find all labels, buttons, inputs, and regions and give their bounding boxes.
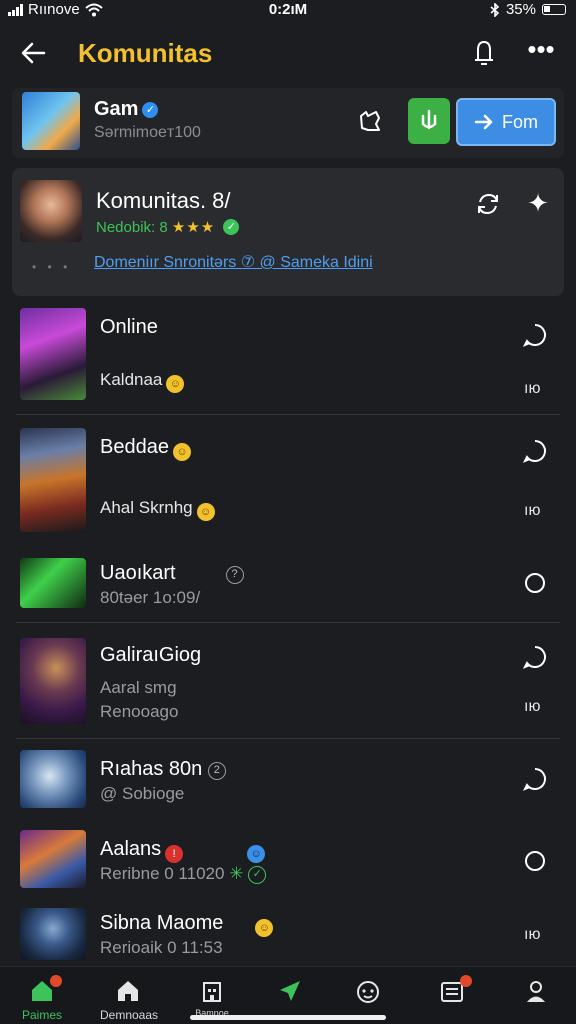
item-title: Beddae ☺	[100, 436, 191, 461]
list-item[interactable]: Uaoıkart? 80təer 1o:09/	[0, 558, 576, 623]
battery-icon	[542, 4, 566, 15]
list-item[interactable]: Online Kaldnaa ☺ ıю	[0, 308, 576, 415]
comment-icon[interactable]	[522, 766, 548, 792]
comment-count: ıю	[524, 926, 541, 943]
item-subtitle: Ahal Skrnhg ☺	[100, 498, 215, 521]
comment-count: ıю	[524, 502, 541, 519]
back-arrow-icon[interactable]	[18, 38, 48, 68]
ellipsis-indicator: • • •	[32, 260, 72, 274]
item-subtitle: Rerioaik 0 11:53	[100, 938, 223, 957]
home-indicator	[190, 1015, 386, 1020]
profile-icon	[527, 981, 545, 1002]
nav-inbox[interactable]	[424, 975, 480, 1021]
sparkle-icon[interactable]: ✦	[524, 188, 552, 218]
comment-icon[interactable]	[522, 322, 548, 348]
list-item[interactable]: Rıahas 80n 2 @ Sobioge	[0, 750, 576, 812]
list-item[interactable]: GaliraıGiog Aaral smg Renooago ıю	[0, 636, 576, 740]
emoji-icon: ☺	[196, 503, 215, 521]
divider	[16, 414, 560, 415]
comment-icon[interactable]	[522, 570, 548, 596]
send-icon	[280, 981, 300, 1001]
status-right: 35%	[490, 1, 566, 18]
building-icon	[203, 982, 221, 1002]
rating-badge-icon: ✓	[223, 219, 240, 235]
emoji-icon: ☺	[166, 375, 185, 393]
alert-icon: !	[165, 845, 184, 863]
notification-badge	[460, 975, 472, 987]
comment-count: ıю	[524, 698, 541, 715]
game-card[interactable]: Gam ✓ Sərmimoeт100 Fom	[12, 88, 564, 158]
arrow-right-icon	[474, 114, 493, 130]
item-subtitle: Aaral smg	[100, 678, 177, 697]
status-icon: ✓	[248, 866, 267, 884]
item-title: Rıahas 80n 2	[100, 758, 226, 781]
game-name: Gam ✓	[94, 98, 159, 121]
item-title: Online	[100, 316, 158, 338]
community-rating: Nedobik: 8 ★★★ ✓	[96, 218, 240, 236]
nav-label: Paimes	[21, 1008, 62, 1022]
comment-icon[interactable]	[522, 848, 548, 874]
comment-icon[interactable]	[522, 644, 548, 670]
item-title: GaliraıGiog	[100, 644, 202, 666]
share-icon[interactable]	[356, 108, 384, 136]
item-thumbnail	[20, 558, 86, 608]
help-icon: ?	[225, 566, 244, 584]
community-name: Komunitas. 8/	[96, 188, 231, 213]
nav-discover[interactable]: Demnoaas	[100, 977, 159, 1022]
emoji-icon: ☺	[255, 919, 274, 937]
list-item[interactable]: Sibna Maome ☺ Rerioaik 0 11:53 ıю	[0, 906, 576, 964]
community-avatar	[20, 180, 82, 242]
divider	[16, 738, 560, 739]
list-item[interactable]: Beddae ☺ Ahal Skrnhg ☺ ıю	[0, 426, 576, 542]
item-title: Sibna Maome ☺	[100, 912, 274, 937]
item-thumbnail	[20, 908, 86, 960]
app-header: Komunitas •••	[0, 24, 576, 84]
community-links[interactable]: Domeniır Snronitərs ⑦ @ Sameka Idini	[94, 252, 373, 272]
item-thumbnail	[20, 308, 86, 400]
item-title: Aalans! ☺	[100, 838, 266, 863]
info-icon: 2	[207, 762, 226, 780]
battery-percent: 35%	[505, 1, 536, 18]
item-thumbnail	[20, 830, 86, 888]
follow-button[interactable]: Fom	[456, 98, 556, 146]
emoji-icon: ☺	[247, 845, 266, 863]
controller-icon	[357, 981, 379, 1003]
follow-label: Fom	[502, 111, 538, 132]
notification-badge	[50, 975, 62, 987]
status-bar: Rıınove 0:2ıM 35%	[0, 0, 576, 22]
more-options-icon[interactable]: •••	[526, 36, 556, 68]
comment-count: ıю	[524, 380, 541, 397]
item-subtitle-2: Renooago	[100, 702, 179, 721]
item-thumbnail	[20, 428, 86, 532]
verified-icon: ✓	[142, 102, 159, 118]
nav-label: Demnoaas	[100, 1008, 159, 1022]
sync-icon[interactable]	[474, 190, 502, 218]
item-subtitle: Reribne 0 11020 ✳ ✓	[100, 864, 267, 884]
community-card[interactable]: Komunitas. 8/ Nedobik: 8 ★★★ ✓ • • • Dom…	[12, 168, 564, 296]
nav-home[interactable]: Paimes	[14, 975, 70, 1022]
emoji-icon: ☺	[172, 443, 191, 461]
item-thumbnail	[20, 638, 86, 724]
divider	[16, 622, 560, 623]
bluetooth-icon	[490, 2, 500, 17]
list-item[interactable]: Aalans! ☺ Reribne 0 11020 ✳ ✓	[0, 830, 576, 892]
game-thumbnail	[22, 92, 80, 150]
item-title: Uaoıkart?	[100, 562, 244, 585]
nav-profile[interactable]	[508, 977, 564, 1021]
bell-icon[interactable]	[470, 38, 498, 68]
game-action-button[interactable]	[408, 98, 450, 144]
page-title: Komunitas	[78, 38, 213, 68]
rating-stars: ★★★	[171, 219, 216, 236]
thumbs-icon	[421, 109, 437, 130]
item-subtitle: Kaldnaa ☺	[100, 370, 185, 393]
item-thumbnail	[20, 750, 86, 808]
game-subtitle: Sərmimoeт100	[94, 124, 201, 141]
comment-icon[interactable]	[522, 438, 548, 464]
item-subtitle: @ Sobioge	[100, 784, 185, 803]
house-icon	[118, 981, 138, 1001]
item-subtitle: 80təer 1o:09/	[100, 588, 201, 607]
